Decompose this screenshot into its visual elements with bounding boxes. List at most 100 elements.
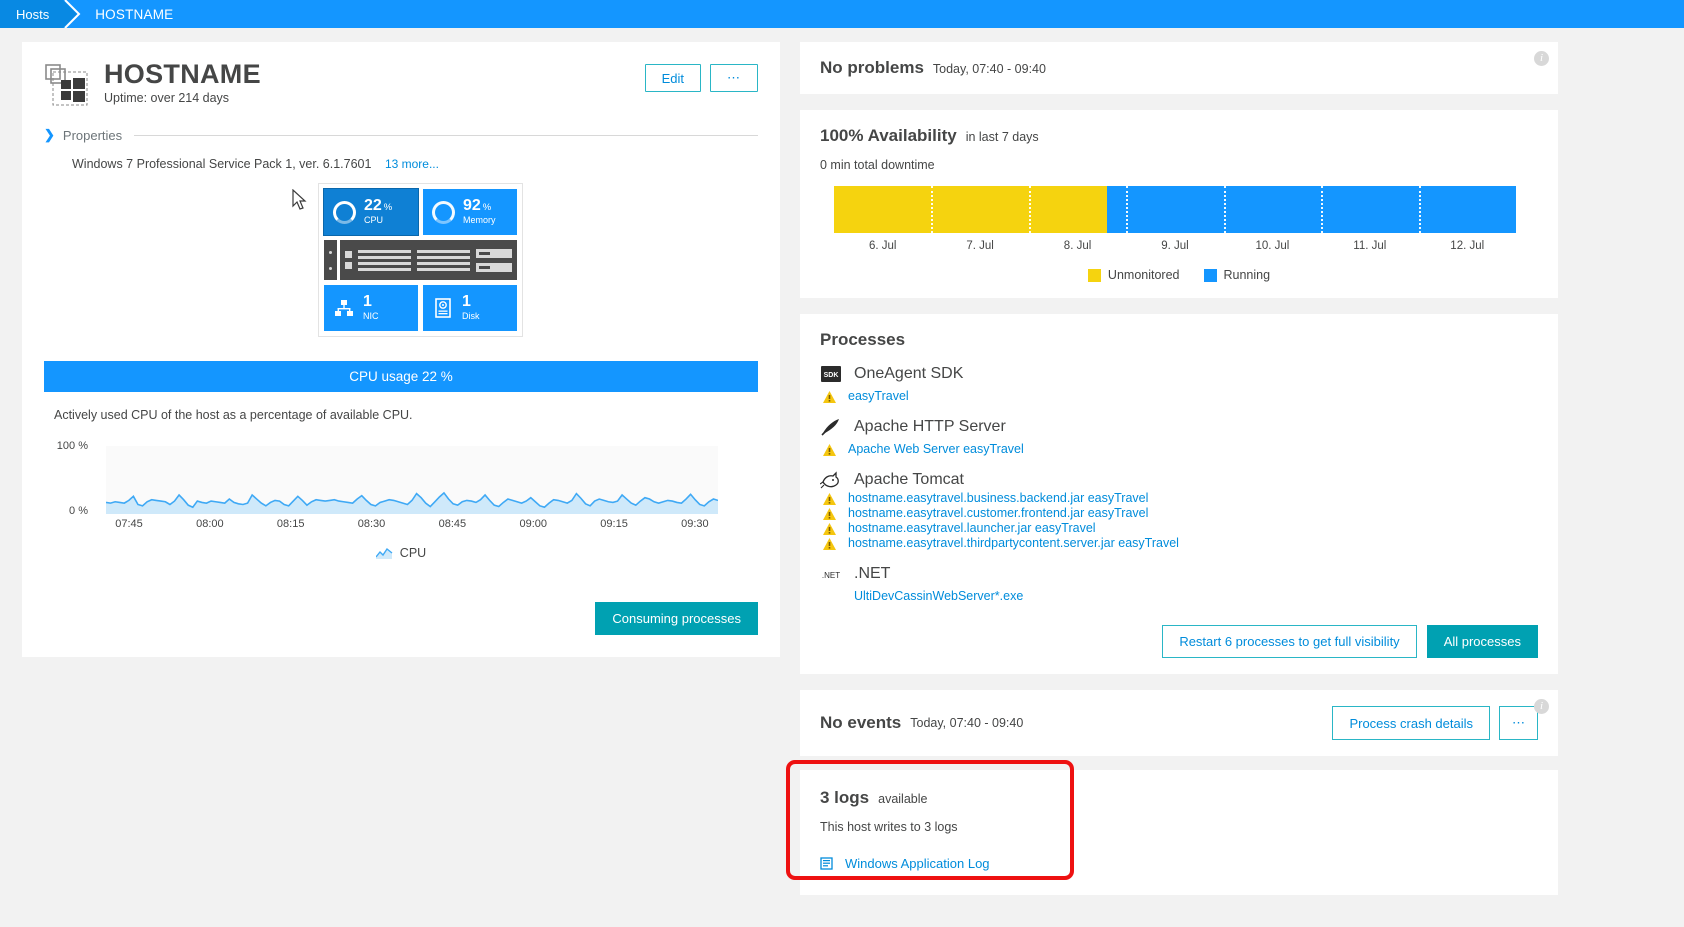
breadcrumb-item-hosts[interactable]: Hosts bbox=[0, 0, 64, 28]
properties-toggle[interactable]: ❯ Properties bbox=[44, 127, 758, 143]
logs-available-label: available bbox=[878, 792, 928, 806]
rack-bays bbox=[476, 248, 512, 272]
tile-disk[interactable]: 1 Disk bbox=[423, 285, 517, 331]
tile-nic[interactable]: 1 NIC bbox=[324, 285, 418, 331]
tile-cpu-text: 22% CPU bbox=[364, 197, 393, 226]
availability-segment-running[interactable] bbox=[1106, 186, 1516, 233]
logs-section: 3 logs available This host writes to 3 l… bbox=[786, 760, 1558, 895]
tile-memory[interactable]: 92% Memory bbox=[423, 189, 517, 235]
process-link[interactable]: UltiDevCassinWebServer*.exe bbox=[854, 589, 1023, 603]
breadcrumb-hosts-label: Hosts bbox=[16, 6, 50, 22]
process-group-header: SDK OneAgent SDK bbox=[820, 364, 1538, 384]
availability-title-row: 100% Availability in last 7 days bbox=[820, 126, 1538, 146]
day-separator bbox=[1223, 186, 1226, 233]
events-more-button[interactable]: ⋯ bbox=[1499, 706, 1538, 740]
info-icon[interactable]: i bbox=[1534, 699, 1549, 714]
more-properties-link[interactable]: 13 more... bbox=[385, 157, 439, 171]
windows-host-icon bbox=[44, 63, 90, 107]
log-list-item[interactable]: Windows Application Log bbox=[820, 856, 1538, 871]
warning-icon bbox=[823, 507, 836, 520]
availability-legend: Unmonitored Running bbox=[820, 268, 1538, 282]
process-link[interactable]: hostname.easytravel.customer.frontend.ja… bbox=[848, 506, 1148, 520]
host-title-block: HOSTNAME Uptime: over 214 days bbox=[104, 59, 645, 106]
host-overview-card: HOSTNAME Uptime: over 214 days Edit ⋯ ❯ … bbox=[22, 42, 780, 657]
host-tiles-zone: 22% CPU 92% Memory 1 NIC 1 Disk bbox=[44, 183, 758, 343]
availability-tick: 11. Jul bbox=[1353, 240, 1387, 252]
process-link[interactable]: hostname.easytravel.launcher.jar easyTra… bbox=[848, 521, 1096, 535]
host-os-label: Windows 7 Professional Service Pack 1, v… bbox=[72, 157, 372, 171]
day-separator bbox=[1418, 186, 1421, 233]
all-processes-button[interactable]: All processes bbox=[1426, 625, 1538, 658]
process-item[interactable]: hostname.easytravel.customer.frontend.ja… bbox=[820, 506, 1538, 520]
host-header: HOSTNAME Uptime: over 214 days Edit ⋯ bbox=[44, 60, 758, 107]
process-group-name: OneAgent SDK bbox=[854, 365, 964, 382]
process-group-apache-http-server: Apache HTTP Server Apache Web Server eas… bbox=[820, 417, 1538, 456]
availability-tick: 10. Jul bbox=[1255, 240, 1290, 252]
tile-memory-unit: % bbox=[482, 202, 492, 214]
x-axis-tick: 07:45 bbox=[115, 518, 143, 530]
tile-cpu-label: CPU bbox=[364, 215, 384, 226]
x-axis-tick: 09:00 bbox=[519, 518, 547, 530]
availability-card: 100% Availability in last 7 days 0 min t… bbox=[800, 110, 1558, 298]
breadcrumb-chevron-icon bbox=[63, 0, 85, 28]
availability-segment-unmonitored[interactable] bbox=[834, 186, 1107, 233]
process-group-name: Apache HTTP Server bbox=[854, 418, 1006, 435]
chevron-right-icon: ❯ bbox=[44, 127, 55, 142]
restart-processes-button[interactable]: Restart 6 processes to get full visibili… bbox=[1162, 625, 1417, 658]
tile-memory-label: Memory bbox=[463, 215, 496, 226]
availability-timeline[interactable] bbox=[834, 186, 1516, 233]
disk-icon bbox=[432, 297, 454, 319]
process-link[interactable]: hostname.easytravel.business.backend.jar… bbox=[848, 491, 1148, 505]
chart-legend: CPU bbox=[44, 546, 758, 560]
sdk-icon: SDK bbox=[820, 364, 842, 384]
host-more-button[interactable]: ⋯ bbox=[710, 64, 758, 92]
process-item[interactable]: Apache Web Server easyTravel bbox=[820, 442, 1538, 456]
rack-left-ear bbox=[324, 240, 337, 280]
warning-icon bbox=[823, 492, 836, 505]
edit-button[interactable]: Edit bbox=[644, 64, 701, 92]
host-metric-tiles: 22% CPU 92% Memory 1 NIC 1 Disk bbox=[318, 183, 523, 337]
tile-cpu[interactable]: 22% CPU bbox=[323, 188, 419, 236]
tile-nic-label: NIC bbox=[363, 311, 379, 322]
legend-item-unmonitored: Unmonitored bbox=[1087, 268, 1180, 282]
tile-disk-label: Disk bbox=[462, 311, 480, 322]
dotnet-icon: .NET bbox=[820, 564, 842, 584]
host-os-row: Windows 7 Professional Service Pack 1, v… bbox=[72, 157, 758, 171]
rack-squares bbox=[345, 251, 352, 269]
process-item[interactable]: hostname.easytravel.thirdpartycontent.se… bbox=[820, 536, 1538, 550]
breadcrumb-item-hostname[interactable]: HOSTNAME bbox=[85, 0, 173, 28]
logs-title-row: 3 logs available bbox=[820, 788, 1538, 808]
availability-title: 100% Availability bbox=[820, 126, 957, 145]
process-item[interactable]: hostname.easytravel.business.backend.jar… bbox=[820, 491, 1538, 505]
rack-lines-a bbox=[358, 249, 411, 271]
donut-icon bbox=[432, 200, 455, 224]
legend-swatch-unmonitored bbox=[1087, 268, 1101, 282]
left-column: HOSTNAME Uptime: over 214 days Edit ⋯ ❯ … bbox=[22, 42, 780, 657]
properties-label: Properties bbox=[62, 127, 123, 143]
process-item[interactable]: easyTravel bbox=[820, 389, 1538, 403]
cpu-area-series bbox=[106, 446, 718, 514]
sparkline-icon bbox=[375, 547, 393, 559]
tile-disk-text: 1 Disk bbox=[462, 293, 480, 322]
process-item[interactable]: hostname.easytravel.launcher.jar easyTra… bbox=[820, 521, 1538, 535]
x-axis-tick: 09:15 bbox=[600, 518, 628, 530]
availability-tick: 8. Jul bbox=[1063, 240, 1092, 252]
process-crash-details-button[interactable]: Process crash details bbox=[1332, 706, 1490, 740]
tile-cpu-unit: % bbox=[383, 202, 393, 214]
info-icon[interactable]: i bbox=[1534, 51, 1549, 66]
host-actions: Edit ⋯ bbox=[644, 64, 758, 92]
process-item[interactable]: UltiDevCassinWebServer*.exe bbox=[820, 589, 1538, 603]
problems-title-row: No problems Today, 07:40 - 09:40 bbox=[820, 58, 1538, 78]
consuming-processes-row: Consuming processes bbox=[44, 602, 758, 635]
page-title: HOSTNAME bbox=[104, 59, 261, 89]
process-link[interactable]: hostname.easytravel.thirdpartycontent.se… bbox=[848, 536, 1179, 550]
day-separator bbox=[931, 186, 934, 233]
svg-text:.NET: .NET bbox=[822, 571, 840, 580]
consuming-processes-button[interactable]: Consuming processes bbox=[595, 602, 758, 635]
cpu-usage-banner: CPU usage 22 % bbox=[44, 361, 758, 392]
day-separator bbox=[1126, 186, 1129, 233]
log-link[interactable]: Windows Application Log bbox=[845, 856, 990, 871]
process-link[interactable]: Apache Web Server easyTravel bbox=[848, 442, 1024, 456]
availability-downtime: 0 min total downtime bbox=[820, 158, 935, 172]
process-link[interactable]: easyTravel bbox=[848, 389, 909, 403]
